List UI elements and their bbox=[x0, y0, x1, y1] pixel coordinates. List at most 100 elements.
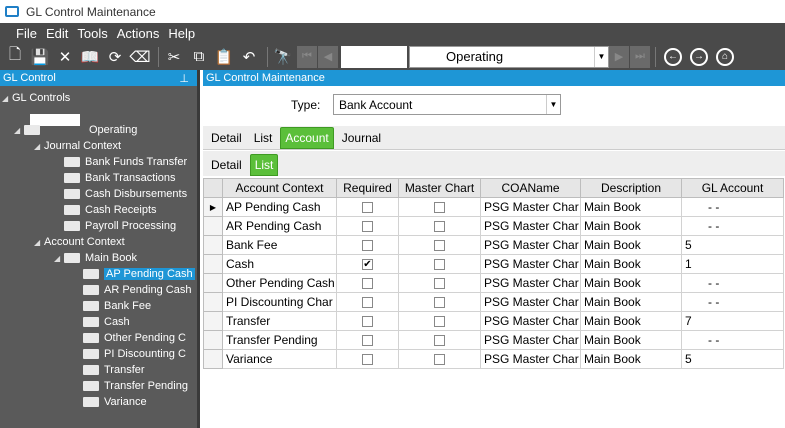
cell-gl-account[interactable]: 5 bbox=[681, 235, 784, 255]
tab-account[interactable]: Account bbox=[280, 127, 334, 149]
cell-required[interactable] bbox=[336, 216, 399, 236]
cell-master-chart[interactable] bbox=[398, 254, 481, 274]
tree-item-journal[interactable]: Payroll Processing bbox=[64, 218, 176, 234]
previous-record-icon[interactable]: ◀ bbox=[318, 45, 338, 68]
cell-master-chart[interactable] bbox=[398, 349, 481, 369]
cell-coaname[interactable]: PSG Master Char bbox=[480, 254, 581, 274]
tree-item-account[interactable]: Other Pending C bbox=[83, 330, 186, 346]
cell-gl-account[interactable]: - - bbox=[681, 330, 784, 350]
cell-description[interactable]: Main Book bbox=[580, 216, 682, 236]
cell-master-chart[interactable] bbox=[398, 292, 481, 312]
cell-required[interactable] bbox=[336, 292, 399, 312]
chevron-down-icon[interactable]: ▼ bbox=[594, 46, 608, 67]
row-selector[interactable] bbox=[203, 273, 223, 293]
collapse-icon[interactable]: ◢ bbox=[2, 94, 12, 103]
tree-item-journal[interactable]: Cash Disbursements bbox=[64, 186, 187, 202]
row-selector[interactable] bbox=[203, 349, 223, 369]
row-selector-icon[interactable]: ▶ bbox=[203, 197, 223, 217]
tab-detail[interactable]: Detail bbox=[207, 127, 246, 149]
required-checkbox[interactable] bbox=[362, 221, 373, 233]
row-selector[interactable] bbox=[203, 235, 223, 255]
tree-company[interactable]: ◢ Operating bbox=[14, 122, 137, 138]
cell-description[interactable]: Main Book bbox=[580, 197, 682, 217]
cell-master-chart[interactable] bbox=[398, 330, 481, 350]
row-selector[interactable] bbox=[203, 292, 223, 312]
tree-root[interactable]: ◢ GL Controls bbox=[2, 90, 70, 106]
cell-account-context[interactable]: PI Discounting Char bbox=[222, 292, 337, 312]
cell-required[interactable] bbox=[336, 197, 399, 217]
collapse-icon[interactable]: ◢ bbox=[14, 126, 24, 135]
master-chart-checkbox[interactable] bbox=[434, 316, 445, 328]
cell-account-context[interactable]: AR Pending Cash bbox=[222, 216, 337, 236]
cell-required[interactable] bbox=[336, 311, 399, 331]
tree-item-journal[interactable]: Cash Receipts bbox=[64, 202, 157, 218]
cell-gl-account[interactable]: 1 bbox=[681, 254, 784, 274]
cell-description[interactable]: Main Book bbox=[580, 254, 682, 274]
subtab-list[interactable]: List bbox=[249, 154, 279, 176]
master-chart-checkbox[interactable] bbox=[434, 259, 445, 271]
cell-coaname[interactable]: PSG Master Char bbox=[480, 197, 581, 217]
tree-item-account[interactable]: PI Discounting C bbox=[83, 346, 186, 362]
table-row[interactable]: PI Discounting Char PSG Master Char Main… bbox=[203, 292, 784, 312]
home-icon[interactable]: ⌂ bbox=[716, 47, 734, 66]
cut-icon[interactable]: ✂ bbox=[163, 46, 185, 68]
table-row[interactable]: Transfer PSG Master Char Main Book 7 bbox=[203, 311, 784, 331]
book-icon[interactable]: 📖 bbox=[79, 46, 101, 68]
row-selector[interactable] bbox=[203, 216, 223, 236]
paste-icon[interactable]: 📋 bbox=[213, 46, 235, 68]
subtab-detail[interactable]: Detail bbox=[207, 154, 246, 176]
required-checkbox-checked[interactable]: ✔ bbox=[362, 259, 373, 271]
required-checkbox[interactable] bbox=[362, 316, 373, 328]
master-chart-checkbox[interactable] bbox=[434, 335, 445, 347]
back-icon[interactable]: ← bbox=[664, 47, 682, 66]
search-icon[interactable]: 🔭 bbox=[272, 46, 294, 68]
undo-icon[interactable]: ↶ bbox=[238, 46, 260, 68]
tree-item-account[interactable]: Bank Fee bbox=[83, 298, 151, 314]
table-row[interactable]: Other Pending Cash PSG Master Char Main … bbox=[203, 273, 784, 293]
menu-file[interactable]: File bbox=[16, 26, 37, 41]
cell-gl-account[interactable]: - - bbox=[681, 292, 784, 312]
forward-icon[interactable]: → bbox=[690, 47, 708, 66]
cell-master-chart[interactable] bbox=[398, 273, 481, 293]
last-record-icon[interactable]: ⏭ bbox=[630, 45, 650, 68]
cell-coaname[interactable]: PSG Master Char bbox=[480, 311, 581, 331]
refresh-icon[interactable]: ⟳ bbox=[104, 46, 126, 68]
tree-journal-context[interactable]: ◢ Journal Context bbox=[34, 138, 121, 154]
cell-coaname[interactable]: PSG Master Char bbox=[480, 273, 581, 293]
master-chart-checkbox[interactable] bbox=[434, 278, 445, 290]
master-chart-checkbox[interactable] bbox=[434, 240, 445, 252]
cell-coaname[interactable]: PSG Master Char bbox=[480, 292, 581, 312]
clear-icon[interactable]: ⌫ bbox=[129, 46, 151, 68]
cell-description[interactable]: Main Book bbox=[580, 349, 682, 369]
cell-description[interactable]: Main Book bbox=[580, 273, 682, 293]
row-selector[interactable] bbox=[203, 254, 223, 274]
next-record-icon[interactable]: ▶ bbox=[609, 45, 629, 68]
menu-actions[interactable]: Actions bbox=[117, 26, 160, 41]
cell-master-chart[interactable] bbox=[398, 235, 481, 255]
cell-description[interactable]: Main Book bbox=[580, 330, 682, 350]
column-header-coaname[interactable]: COAName bbox=[480, 178, 581, 198]
tree-main-book[interactable]: ◢ Main Book bbox=[54, 250, 137, 266]
cell-coaname[interactable]: PSG Master Char bbox=[480, 349, 581, 369]
cell-account-context[interactable]: Variance bbox=[222, 349, 337, 369]
cell-gl-account[interactable]: 7 bbox=[681, 311, 784, 331]
table-row[interactable]: AR Pending Cash PSG Master Char Main Boo… bbox=[203, 216, 784, 236]
cell-coaname[interactable]: PSG Master Char bbox=[480, 216, 581, 236]
master-chart-checkbox[interactable] bbox=[434, 202, 445, 214]
menu-edit[interactable]: Edit bbox=[46, 26, 68, 41]
tree-item-account[interactable]: Transfer Pending bbox=[83, 378, 188, 394]
chevron-down-icon[interactable]: ▼ bbox=[546, 95, 560, 114]
delete-icon[interactable]: ✕ bbox=[54, 46, 76, 68]
cell-coaname[interactable]: PSG Master Char bbox=[480, 330, 581, 350]
cell-required[interactable] bbox=[336, 273, 399, 293]
row-selector[interactable] bbox=[203, 311, 223, 331]
company-combo[interactable]: Operating ▼ bbox=[409, 45, 609, 68]
tree-item-account[interactable]: Cash bbox=[83, 314, 130, 330]
save-icon[interactable]: 💾 bbox=[29, 46, 51, 68]
cell-master-chart[interactable] bbox=[398, 311, 481, 331]
cell-required[interactable]: ✔ bbox=[336, 254, 399, 274]
cell-account-context[interactable]: Cash bbox=[222, 254, 337, 274]
cell-gl-account[interactable]: 5 bbox=[681, 349, 784, 369]
tree-item-account[interactable]: Transfer bbox=[83, 362, 145, 378]
cell-account-context[interactable]: Transfer bbox=[222, 311, 337, 331]
